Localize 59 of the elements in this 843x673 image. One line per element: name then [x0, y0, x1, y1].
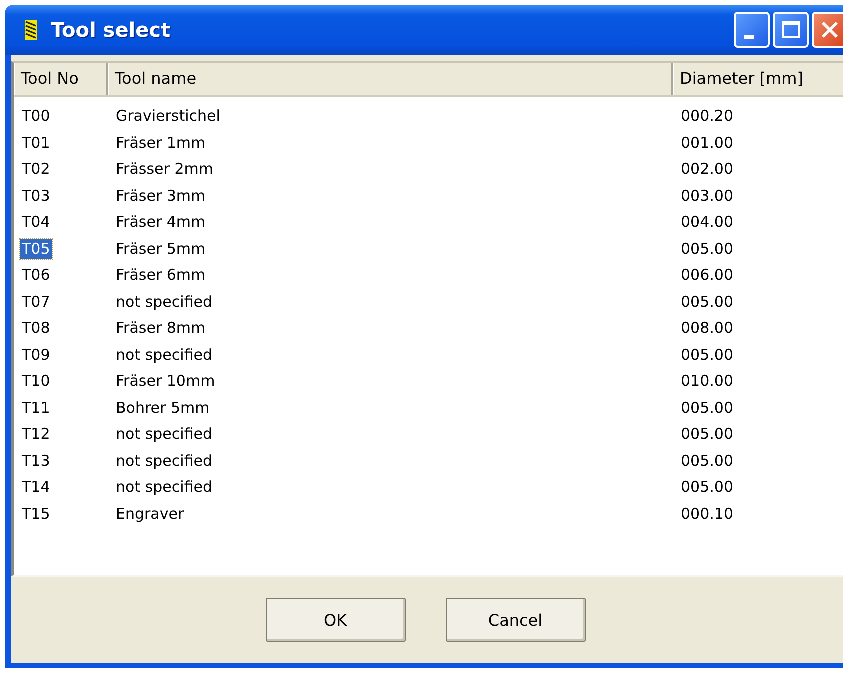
diameter-value: 005.00	[680, 398, 734, 418]
diameter-value: 008.00	[680, 318, 734, 338]
tool-name: Engraver	[115, 504, 186, 524]
diameter-value: 002.00	[680, 159, 734, 180]
tool-name: Fräser 4mm	[115, 212, 207, 232]
tool-name: Fräser 3mm	[115, 186, 207, 206]
tool-name: Gravierstichel	[115, 106, 222, 126]
tool-number[interactable]: T12	[20, 424, 52, 444]
tool-name: Fräser 1mm	[115, 132, 207, 153]
diameter-value: 005.00	[680, 450, 734, 471]
diameter-value: 005.00	[680, 238, 734, 259]
diameter-value: 003.00	[680, 186, 734, 206]
column-header[interactable]: Diameter [mm]	[673, 63, 843, 95]
tool-number[interactable]: T01	[20, 132, 52, 153]
tool-name: Fräser 5mm	[115, 238, 207, 259]
diameter-value: 010.00	[680, 371, 734, 392]
diameter-value: 005.00	[680, 292, 734, 312]
cancel-button[interactable]: Cancel	[446, 598, 586, 642]
tool-name: not specified	[115, 344, 214, 365]
tool-number[interactable]: T15	[20, 504, 52, 524]
tool-name: not specified	[115, 424, 214, 444]
tool-number[interactable]: T05	[20, 238, 52, 259]
tool-number[interactable]: T02	[20, 159, 52, 180]
diameter-value: 000.20	[680, 106, 734, 126]
diameter-value: 001.00	[680, 132, 734, 153]
tool-name: not specified	[115, 477, 214, 498]
tool-name: Bohrer 5mm	[115, 398, 211, 418]
diameter-value: 005.00	[680, 344, 734, 365]
diameter-value: 005.00	[680, 424, 734, 444]
column-header[interactable]: Tool name	[108, 63, 673, 95]
diameter-value: 004.00	[680, 212, 734, 232]
tool-number[interactable]: T11	[20, 398, 52, 418]
tool-number[interactable]: T06	[20, 265, 52, 286]
tool-name: Fräser 10mm	[115, 371, 216, 392]
tool-number[interactable]: T13	[20, 450, 52, 471]
tool-number[interactable]: T08	[20, 318, 52, 338]
maximize-button[interactable]	[773, 12, 809, 48]
tool-name: Fräser 6mm	[115, 265, 207, 286]
tool-number[interactable]: T09	[20, 344, 52, 365]
window-title: Tool select	[51, 18, 171, 42]
app-icon	[25, 20, 37, 40]
tool-number[interactable]: T10	[20, 371, 52, 392]
tool-number[interactable]: T03	[20, 186, 52, 206]
tool-name: Fräser 8mm	[115, 318, 207, 338]
diameter-value: 005.00	[680, 477, 734, 498]
tool-number[interactable]: T07	[20, 292, 52, 312]
close-button[interactable]	[812, 12, 843, 48]
diameter-value: 000.10	[680, 504, 734, 524]
tool-name: not specified	[115, 450, 214, 471]
tool-number[interactable]: T14	[20, 477, 52, 498]
column-header[interactable]: Tool No	[14, 63, 108, 95]
diameter-value: 006.00	[680, 265, 734, 286]
tool-name: Frässer 2mm	[115, 159, 214, 180]
minimize-icon	[744, 35, 754, 39]
tool-name: not specified	[115, 292, 214, 312]
tool-number[interactable]: T00	[20, 106, 52, 126]
minimize-button[interactable]	[734, 12, 770, 48]
tool-number[interactable]: T04	[20, 212, 52, 232]
ok-button[interactable]: OK	[266, 598, 406, 642]
